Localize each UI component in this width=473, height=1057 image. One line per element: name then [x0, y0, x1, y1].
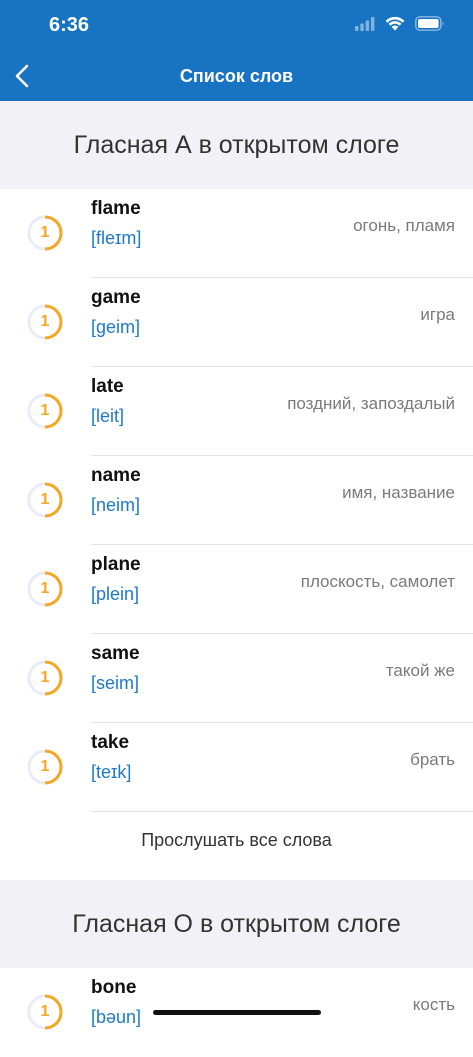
progress-circle: 1 [27, 304, 63, 340]
word-transcription: [neim] [91, 495, 141, 515]
progress-count: 1 [40, 402, 50, 419]
word-transcription: [bəun] [91, 1007, 142, 1027]
home-indicator[interactable] [153, 1010, 321, 1015]
word-row-take[interactable]: 1 take [teɪk] брать [0, 723, 473, 812]
progress-circle: 1 [27, 215, 63, 251]
word-translation: имя, название [342, 483, 455, 502]
word-row-plane[interactable]: 1 plane [plein] плоскость, самолет [0, 545, 473, 634]
word-text: plane [91, 554, 141, 575]
word-translation: кость [412, 995, 455, 1014]
word-transcription: [seim] [91, 673, 140, 693]
progress-circle: 1 [27, 660, 63, 696]
word-text: same [91, 643, 140, 664]
progress-count: 1 [40, 580, 50, 597]
progress-circle: 1 [27, 994, 63, 1030]
progress-circle: 1 [27, 749, 63, 785]
listen-all-button[interactable]: Прослушать все слова [0, 830, 473, 860]
wifi-icon [385, 16, 405, 31]
word-row-name[interactable]: 1 name [neim] имя, название [0, 456, 473, 545]
word-transcription: [leit] [91, 406, 125, 426]
progress-count: 1 [40, 669, 50, 686]
word-transcription: [plein] [91, 584, 140, 604]
word-translation: поздний, запоздалый [287, 394, 455, 413]
word-translation: игра [420, 305, 455, 324]
word-translation: такой же [385, 661, 455, 680]
word-translation: огонь, пламя [353, 216, 455, 235]
word-text: flame [91, 198, 141, 219]
word-text: name [91, 465, 141, 486]
status-time: 6:36 [49, 14, 90, 36]
word-row-flame[interactable]: 1 flame [fleɪm] огонь, пламя [0, 189, 473, 278]
battery-icon [415, 16, 444, 31]
progress-count: 1 [40, 491, 50, 508]
word-row-same[interactable]: 1 same [seim] такой же [0, 634, 473, 723]
word-translation: плоскость, самолет [300, 572, 455, 591]
progress-count: 1 [40, 224, 50, 241]
progress-circle: 1 [27, 393, 63, 429]
word-transcription: [teɪk] [91, 762, 132, 782]
progress-circle: 1 [27, 571, 63, 607]
page-title: Список слов [179, 66, 294, 86]
word-text: bone [91, 977, 137, 998]
row-divider [91, 811, 473, 812]
word-transcription: [geim] [91, 317, 141, 337]
word-transcription: [fleɪm] [91, 228, 142, 248]
word-text: game [91, 287, 141, 308]
section-header-o: Гласная О в открытом слоге [0, 880, 473, 968]
word-row-late[interactable]: 1 late [leit] поздний, запоздалый [0, 367, 473, 456]
progress-circle: 1 [27, 482, 63, 518]
section-header-a: Гласная А в открытом слоге [0, 101, 473, 189]
progress-count: 1 [40, 758, 50, 775]
word-translation: брать [410, 750, 455, 769]
word-text: take [91, 732, 130, 753]
word-text: late [91, 376, 124, 397]
status-icons [355, 16, 445, 31]
nav-header: 6:36 Список слов [0, 0, 473, 101]
cellular-signal-icon [355, 16, 375, 31]
word-row-game[interactable]: 1 game [geim] игра [0, 278, 473, 367]
progress-count: 1 [40, 313, 50, 330]
progress-count: 1 [40, 1003, 50, 1020]
